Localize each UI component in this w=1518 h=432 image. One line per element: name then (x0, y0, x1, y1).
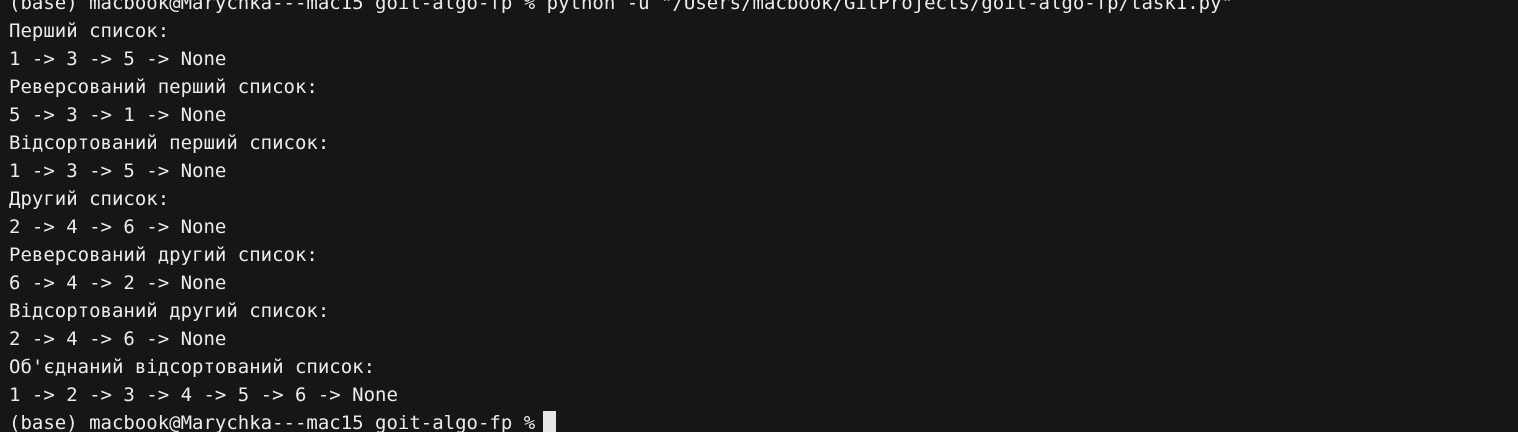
output-line: 2 -> 4 -> 6 -> None (9, 328, 227, 350)
output-line: 6 -> 4 -> 2 -> None (9, 272, 227, 294)
prompt-line[interactable]: (base) macbook@Marychka---mac15 goit-alg… (9, 409, 1233, 432)
terminal-output: (base) macbook@Marychka---mac15 goit-alg… (9, 0, 1233, 432)
output-line: 1 -> 2 -> 3 -> 4 -> 5 -> 6 -> None (9, 384, 398, 406)
output-line: Реверсований другий список: (9, 244, 318, 266)
output-line: 1 -> 3 -> 5 -> None (9, 48, 227, 70)
cursor (543, 411, 557, 432)
output-line: Другий список: (9, 188, 170, 210)
output-line: 1 -> 3 -> 5 -> None (9, 160, 227, 182)
command-line: (base) macbook@Marychka---mac15 goit-alg… (9, 0, 1233, 14)
output-line: Об'єднаний відсортований список: (9, 356, 376, 378)
output-line: 2 -> 4 -> 6 -> None (9, 216, 227, 238)
output-line: Перший список: (9, 20, 170, 42)
output-line: Відсортований другий список: (9, 300, 330, 322)
output-line: 5 -> 3 -> 1 -> None (9, 104, 227, 126)
output-line: Відсортований перший список: (9, 132, 330, 154)
output-line: Реверсований перший список: (9, 76, 318, 98)
terminal-window[interactable]: (base) macbook@Marychka---mac15 goit-alg… (0, 0, 1518, 432)
prompt-text: (base) macbook@Marychka---mac15 goit-alg… (9, 412, 536, 432)
